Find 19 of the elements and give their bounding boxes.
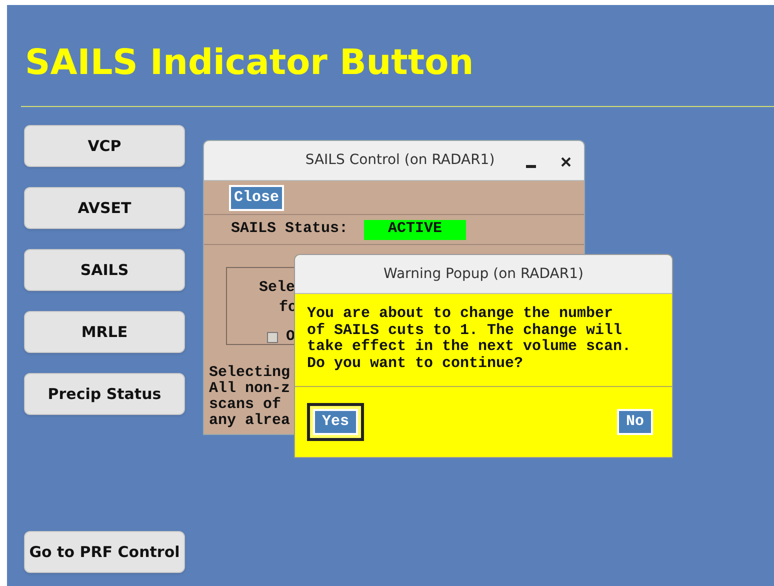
window-title: SAILS Control (on RADAR1): [305, 151, 495, 170]
popup-title: Warning Popup (on RADAR1): [384, 264, 584, 284]
status-indicator: ACTIVE: [364, 220, 466, 240]
page-title: SAILS Indicator Button: [25, 42, 474, 85]
checkbox[interactable]: [267, 332, 278, 343]
note-text: Selecting All non-z scans of any alrea: [209, 365, 290, 429]
status-label: SAILS Status:: [231, 219, 348, 240]
nav-button[interactable]: AVSET: [24, 187, 185, 229]
warning-message: You are about to change the number of SAILS cuts to 1. The change will take effect in the next volume scan. Do you want to continue?: [307, 306, 632, 372]
close-icon[interactable]: [561, 157, 571, 167]
nav-button[interactable]: SAILS: [24, 249, 185, 291]
option-label: O: [286, 327, 296, 347]
prf-control-button[interactable]: Go to PRF Control: [24, 531, 185, 573]
close-button[interactable]: Close: [229, 184, 284, 210]
dialog-button[interactable]: No: [616, 409, 653, 435]
nav-button[interactable]: Precip Status: [24, 373, 185, 415]
nav-button[interactable]: VCP: [24, 125, 185, 167]
group-text: Sele: [259, 278, 296, 298]
nav-button[interactable]: MRLE: [24, 311, 185, 353]
